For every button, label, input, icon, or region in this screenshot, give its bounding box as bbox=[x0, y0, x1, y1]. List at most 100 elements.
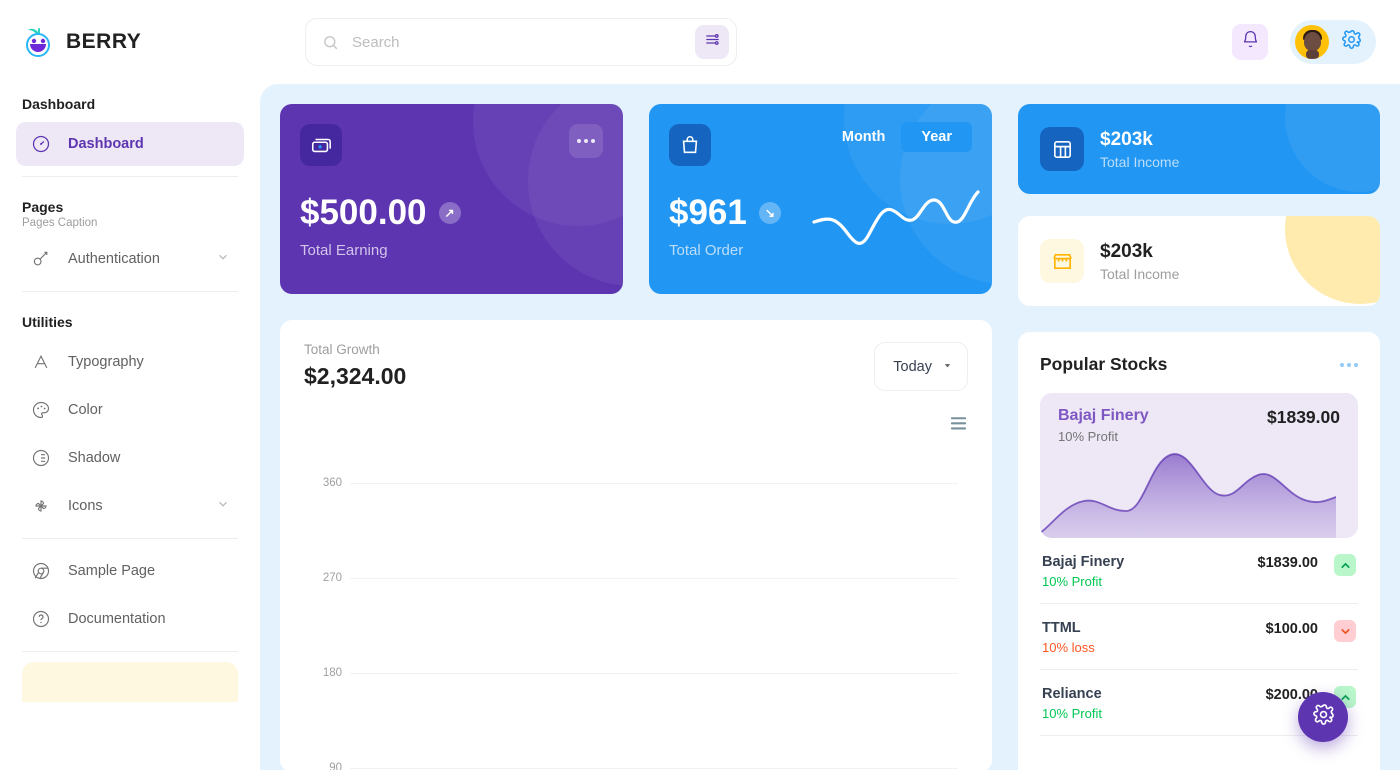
growth-period-select[interactable]: Today bbox=[874, 342, 968, 391]
storefront-icon bbox=[1040, 239, 1084, 283]
sliders-icon bbox=[704, 31, 721, 53]
total-order-amount: $961 bbox=[669, 193, 747, 232]
stock-change: 10% Profit bbox=[1042, 706, 1102, 721]
nav-caption-utilities: Utilities bbox=[22, 314, 73, 330]
sidebar-item-label: Sample Page bbox=[68, 563, 156, 579]
period-toggle: Month Year bbox=[836, 122, 972, 152]
trend-down-badge: ↘ bbox=[758, 202, 781, 224]
y-axis-tick: 270 bbox=[322, 572, 342, 584]
search-icon bbox=[322, 34, 339, 51]
stock-row[interactable]: Bajaj Finery 10% Profit $1839.00 bbox=[1040, 538, 1358, 604]
card-menu-button[interactable] bbox=[569, 124, 603, 158]
more-dots-icon bbox=[1340, 362, 1344, 367]
gear-icon bbox=[1312, 703, 1335, 731]
chevron-down-icon bbox=[942, 359, 953, 375]
palette-icon bbox=[30, 399, 52, 421]
featured-stock-sparkline bbox=[1040, 453, 1336, 538]
featured-stock-card[interactable]: Bajaj Finery 10% Profit $1839.00 bbox=[1040, 393, 1358, 538]
bell-icon bbox=[1241, 30, 1260, 54]
key-icon bbox=[30, 248, 52, 270]
sidebar-item-dashboard[interactable]: Dashboard bbox=[16, 122, 244, 166]
page-title: Popular Stocks bbox=[1040, 354, 1168, 374]
total-earning-card[interactable]: $500.00 ↗ Total Earning bbox=[280, 104, 623, 294]
settings-fab-button[interactable] bbox=[1298, 692, 1348, 742]
sidebar-promo-card[interactable] bbox=[22, 662, 238, 702]
right-region: $500.00 ↗ Total Earning bbox=[217, 0, 1400, 770]
side-column: $203k Total Income $203k Total Income Po… bbox=[1018, 104, 1380, 770]
growth-heading-block: Total Growth $2,324.00 bbox=[304, 342, 406, 390]
more-dots-icon bbox=[577, 139, 581, 143]
stocks-menu-button[interactable] bbox=[1340, 362, 1358, 367]
total-income-blue-card[interactable]: $203k Total Income bbox=[1018, 104, 1380, 194]
sidebar-item-documentation[interactable]: Documentation bbox=[16, 597, 244, 641]
dashboard-grid: $500.00 ↗ Total Earning Month Year $961 … bbox=[280, 104, 1380, 770]
period-year-button[interactable]: Year bbox=[901, 122, 972, 152]
search-input[interactable] bbox=[339, 33, 695, 51]
stock-text: Bajaj Finery 10% Profit bbox=[1042, 554, 1124, 589]
sidebar: BERRY Dashboard Dashboard Pages Pages Ca… bbox=[0, 0, 260, 770]
table-icon bbox=[1040, 127, 1084, 171]
total-earning-label: Total Earning bbox=[300, 242, 388, 259]
trend-up-badge: ↗ bbox=[438, 202, 461, 224]
sidebar-item-authentication[interactable]: Authentication bbox=[16, 237, 244, 281]
chevron-down-icon bbox=[216, 497, 230, 515]
gear-icon[interactable] bbox=[1341, 29, 1362, 55]
growth-chart: 90 180 270 360 bbox=[304, 428, 968, 770]
typography-icon bbox=[30, 351, 52, 373]
notifications-button[interactable] bbox=[1232, 24, 1268, 60]
featured-stock-name: Bajaj Finery bbox=[1058, 407, 1149, 424]
stock-name: TTML bbox=[1042, 620, 1081, 636]
nav-caption-pages: Pages bbox=[22, 199, 64, 215]
y-axis-tick: 360 bbox=[322, 477, 342, 489]
growth-value: $2,324.00 bbox=[304, 363, 407, 389]
y-axis-tick: 180 bbox=[322, 667, 342, 679]
decorative-circle bbox=[1285, 216, 1380, 304]
total-earning-amount: $500.00 bbox=[300, 193, 427, 232]
total-order-label: Total Order bbox=[669, 242, 744, 259]
sidebar-item-sample-page[interactable]: Sample Page bbox=[16, 549, 244, 593]
total-order-card[interactable]: Month Year $961 ↘ Total Order bbox=[649, 104, 992, 294]
nav-divider bbox=[22, 176, 238, 177]
featured-stock-row: Bajaj Finery 10% Profit $1839.00 bbox=[1058, 407, 1340, 444]
nav-divider bbox=[22, 651, 238, 652]
chevron-down-icon bbox=[1334, 620, 1356, 642]
sidebar-item-icons[interactable]: Icons bbox=[16, 484, 244, 528]
sidebar-item-label: Documentation bbox=[68, 611, 166, 627]
search-bar[interactable] bbox=[305, 18, 737, 66]
search-filter-button[interactable] bbox=[695, 25, 729, 59]
sidebar-item-color[interactable]: Color bbox=[16, 388, 244, 432]
pinwheel-icon bbox=[30, 495, 52, 517]
y-axis-tick: 90 bbox=[329, 762, 342, 770]
sidebar-item-label: Icons bbox=[68, 498, 103, 514]
nav-divider bbox=[22, 291, 238, 292]
period-month-button[interactable]: Month bbox=[836, 129, 891, 145]
sidebar-item-label: Typography bbox=[68, 354, 144, 370]
stocks-header: Popular Stocks bbox=[1040, 354, 1358, 375]
shopping-bag-icon bbox=[669, 124, 711, 166]
berry-logo-icon bbox=[22, 25, 56, 59]
brand[interactable]: BERRY bbox=[0, 0, 260, 84]
total-income-white-card[interactable]: $203k Total Income bbox=[1018, 216, 1380, 306]
brand-name: BERRY bbox=[66, 30, 142, 53]
money-stack-icon bbox=[300, 124, 342, 166]
nav-caption-dashboard: Dashboard bbox=[22, 96, 96, 112]
sidebar-item-typography[interactable]: Typography bbox=[16, 340, 244, 384]
income-blue-label: Total Income bbox=[1100, 153, 1180, 170]
stock-name: Reliance bbox=[1042, 686, 1102, 702]
growth-period-label: Today bbox=[893, 358, 932, 375]
nav-subcaption-pages: Pages Caption bbox=[22, 217, 98, 229]
chevron-up-icon bbox=[1334, 554, 1356, 576]
stock-text: Reliance 10% Profit bbox=[1042, 686, 1102, 721]
stock-price: $1839.00 bbox=[1257, 555, 1318, 571]
profile-chip[interactable] bbox=[1290, 20, 1376, 64]
bar-series-container bbox=[360, 428, 958, 770]
sidebar-item-shadow[interactable]: Shadow bbox=[16, 436, 244, 480]
sidebar-item-label: Color bbox=[68, 402, 103, 418]
total-growth-panel: Total Growth $2,324.00 Today 90 180 270 … bbox=[280, 320, 992, 770]
stock-row[interactable]: TTML 10% loss $100.00 bbox=[1040, 604, 1358, 670]
nav-divider bbox=[22, 538, 238, 539]
main-column: $500.00 ↗ Total Earning Month Year $961 … bbox=[280, 104, 992, 770]
featured-stock-price: $1839.00 bbox=[1267, 407, 1340, 427]
stock-change: 10% loss bbox=[1042, 640, 1095, 655]
question-circle-icon bbox=[30, 608, 52, 630]
